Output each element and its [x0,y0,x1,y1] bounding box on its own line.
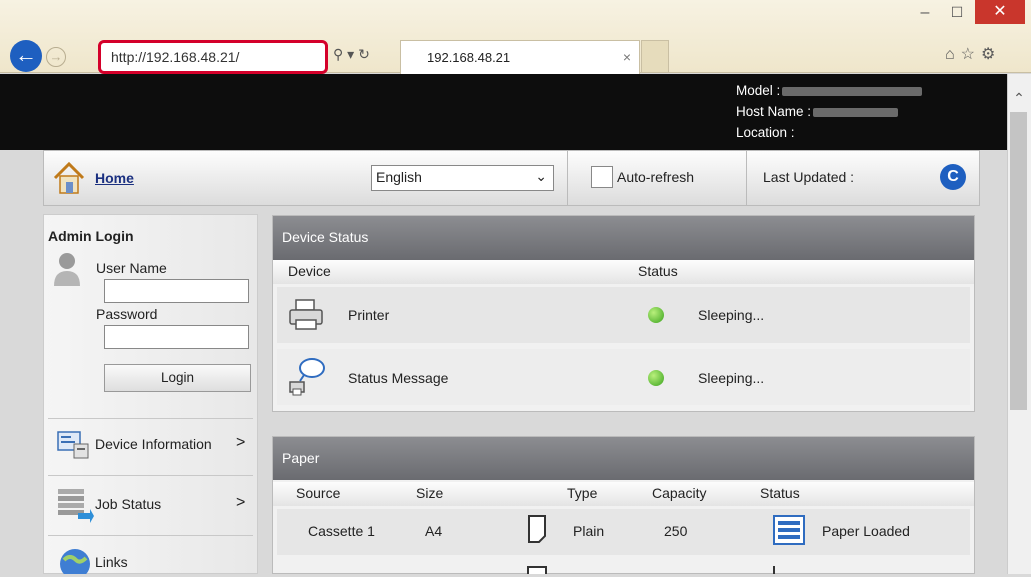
device-info-block: Model : Host Name : Location : [736,80,976,143]
language-value: English [376,169,422,185]
menu-divider [48,418,253,419]
device-status-value: Sleeping... [698,307,765,323]
user-name-input[interactable] [104,279,249,303]
user-avatar-icon [52,250,82,288]
tab-close-icon[interactable]: × [623,49,631,65]
nav-divider [746,151,747,205]
device-status-header: Device Status [273,216,974,260]
col-status: Status [760,485,800,501]
login-button[interactable]: Login [104,364,251,392]
menu-links[interactable]: Links [95,554,128,570]
paper-capacity: 250 [664,523,688,539]
col-device: Device [288,263,331,279]
device-status-title: Device Status [282,229,369,245]
close-window-icon[interactable]: ✕ [975,0,1025,24]
search-icon[interactable]: ⚲ [333,46,343,62]
password-label: Password [96,306,158,322]
chevron-right-icon[interactable]: > [236,434,245,452]
paper-stack-icon [773,566,775,574]
browser-right-icons: ⌂☆⚙ [945,44,1025,68]
col-size: Size [416,485,444,501]
language-select[interactable]: English ⌄ [371,165,554,191]
house-icon[interactable] [52,160,86,196]
device-status-columns: Device Status [273,260,974,284]
user-name-label: User Name [96,260,167,276]
last-updated-label: Last Updated : [763,169,855,185]
address-bar[interactable]: http://192.168.48.21/ [98,40,328,74]
paper-status-value: Paper Loaded [822,523,910,539]
col-source: Source [296,485,341,501]
tab-title: 192.168.48.21 [427,50,511,65]
new-tab-button[interactable] [641,40,669,73]
settings-gear-icon[interactable]: ⚙ [981,46,1001,63]
admin-login-title: Admin Login [48,228,134,244]
paper-title: Paper [282,450,320,466]
menu-divider [48,475,253,476]
menu-device-information[interactable]: Device Information [95,436,212,452]
refresh-page-icon[interactable]: ↻ [358,46,370,62]
paper-size: A4 [425,523,443,539]
address-tools[interactable]: ⚲ ▾ ↻ [333,46,395,68]
col-type: Type [567,485,598,501]
col-status: Status [638,263,678,279]
status-message-icon [286,356,326,398]
auto-refresh-checkbox[interactable] [591,166,613,188]
job-status-icon [56,485,94,523]
url-text: http://192.168.48.21/ [111,49,240,65]
device-status-value: Sleeping... [698,370,765,386]
printer-icon [288,298,324,332]
chevron-down-icon: ⌄ [535,168,547,184]
paper-sheet-icon [527,566,547,574]
globe-icon [58,544,92,577]
minimize-icon[interactable]: – [910,4,940,24]
forward-button[interactable]: → [46,47,66,67]
scroll-up-icon[interactable]: ⌃ [1007,90,1031,110]
device-name[interactable]: Status Message [348,370,448,386]
menu-divider [48,535,253,536]
paper-columns: Source Size Type Capacity Status [273,482,974,506]
host-redacted [813,107,899,117]
chevron-right-icon[interactable]: > [236,494,245,512]
home-link[interactable]: Home [95,170,134,186]
model-redacted [782,86,923,96]
status-green-icon [648,307,664,323]
password-input[interactable] [104,325,249,349]
model-label: Model : [736,83,781,98]
col-capacity: Capacity [652,485,707,501]
scrollbar-thumb[interactable] [1010,112,1027,410]
menu-job-status[interactable]: Job Status [95,496,161,512]
paper-sheet-icon [527,514,547,544]
back-button[interactable]: ← [10,40,42,72]
browser-tab[interactable]: 192.168.48.21 × [400,40,640,74]
home-icon[interactable]: ⌂ [945,46,961,63]
refresh-status-icon[interactable]: C [940,164,966,190]
nav-divider [567,151,568,205]
location-label: Location : [736,125,795,140]
favorites-star-icon[interactable]: ☆ [961,46,981,63]
paper-header: Paper [273,437,974,480]
device-information-icon [56,430,92,460]
paper-source: Cassette 1 [308,523,375,539]
paper-type: Plain [573,523,605,539]
status-green-icon [648,370,664,386]
host-name-label: Host Name : [736,104,812,119]
auto-refresh-label: Auto-refresh [617,169,695,185]
device-name[interactable]: Printer [348,307,389,323]
maximize-icon[interactable]: ☐ [943,4,971,24]
paper-stack-icon [772,514,806,546]
